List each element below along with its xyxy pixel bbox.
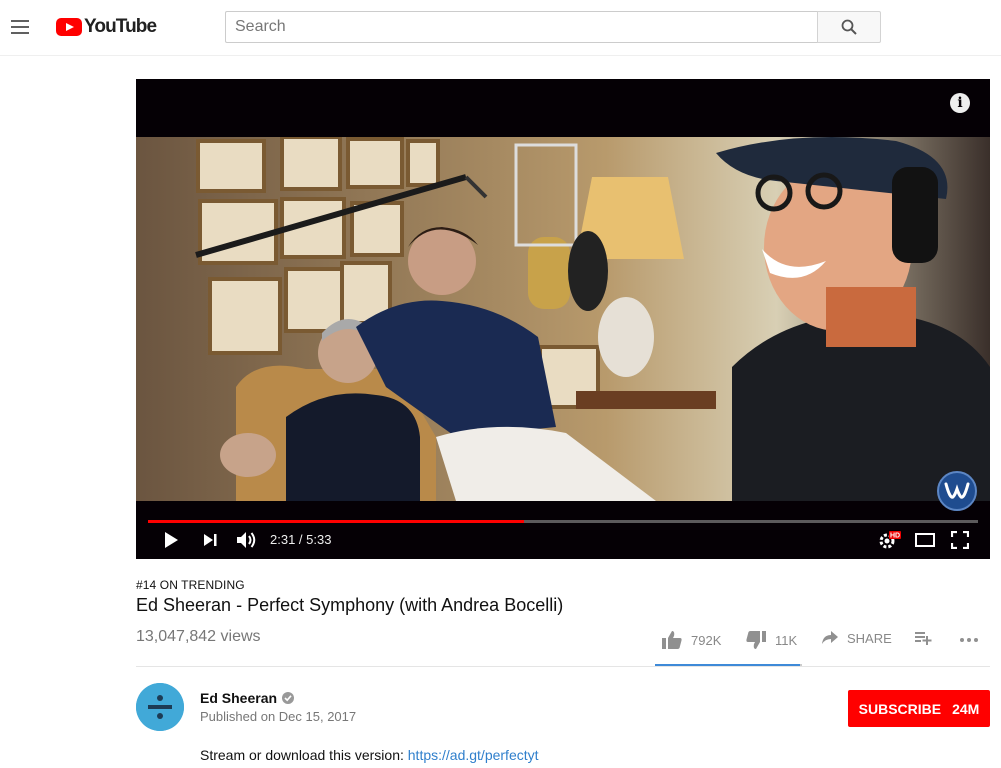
video-player[interactable]: i 2:31 / 5:33 HD: [136, 79, 990, 559]
add-to-playlist-icon: [915, 632, 932, 645]
progress-bar[interactable]: [148, 520, 978, 523]
channel-link[interactable]: Ed Sheeran: [200, 690, 295, 706]
play-button[interactable]: [158, 527, 184, 553]
add-to-playlist-button[interactable]: [914, 630, 932, 646]
search-icon: [841, 19, 857, 35]
search-input[interactable]: [225, 11, 817, 43]
theater-icon: [915, 533, 935, 547]
menu-icon[interactable]: [8, 14, 34, 40]
subscribe-label: SUBSCRIBE: [858, 700, 942, 717]
video-frame[interactable]: [136, 137, 990, 501]
share-label: SHARE: [847, 630, 892, 646]
publish-date: Published on Dec 15, 2017: [200, 709, 357, 724]
search-button[interactable]: [817, 11, 881, 43]
description-text: Stream or download this version:: [200, 747, 408, 763]
divider: [136, 666, 990, 667]
like-button[interactable]: 792K: [661, 630, 721, 650]
channel-name: Ed Sheeran: [200, 690, 278, 706]
theater-mode-button[interactable]: [912, 527, 938, 553]
search-bar: [225, 11, 881, 43]
share-button[interactable]: SHARE: [821, 630, 892, 646]
avatar[interactable]: [136, 683, 184, 731]
subscribe-button[interactable]: SUBSCRIBE 24M: [848, 690, 990, 727]
dislike-count: 11K: [775, 632, 798, 648]
info-icon[interactable]: i: [950, 93, 970, 113]
youtube-logo[interactable]: YouTube: [56, 16, 157, 38]
divide-symbol-icon: [136, 683, 184, 731]
next-button[interactable]: [198, 527, 222, 553]
trending-badge[interactable]: #14 ON TRENDING: [136, 578, 245, 592]
warner-music-icon[interactable]: [937, 471, 977, 511]
share-icon: [822, 631, 838, 644]
masthead: YouTube: [0, 0, 1001, 56]
verified-icon: [282, 692, 295, 704]
warner-music-logo: [944, 482, 970, 499]
logo-text: YouTube: [84, 16, 157, 37]
volume-icon: [237, 532, 256, 548]
dislike-button[interactable]: 11K: [745, 630, 797, 650]
progress-played: [148, 520, 524, 523]
youtube-logo-icon: [56, 18, 82, 36]
subscriber-count: 24M: [952, 700, 980, 717]
volume-button[interactable]: [234, 527, 260, 553]
more-icon: [960, 638, 978, 642]
hd-badge: HD: [890, 533, 900, 540]
video-title: Ed Sheeran - Perfect Symphony (with Andr…: [136, 595, 564, 615]
fullscreen-icon: [951, 531, 969, 549]
settings-button[interactable]: HD: [875, 527, 903, 553]
video-still: [136, 137, 990, 501]
fullscreen-button[interactable]: [947, 527, 973, 553]
view-count: 13,047,842 views: [136, 628, 261, 645]
description: Stream or download this version: https:/…: [200, 747, 539, 763]
settings-icon: HD: [879, 531, 901, 549]
more-actions-button[interactable]: [959, 630, 979, 646]
time-display: 2:31 / 5:33: [270, 532, 332, 547]
player-controls: 2:31 / 5:33 HD: [136, 527, 990, 553]
next-icon: [204, 534, 217, 546]
thumbs-up-icon: [662, 631, 682, 649]
like-count: 792K: [691, 632, 722, 648]
description-link[interactable]: https://ad.gt/perfectyt: [408, 747, 539, 763]
thumbs-down-icon: [746, 631, 766, 649]
play-icon: [165, 532, 178, 548]
